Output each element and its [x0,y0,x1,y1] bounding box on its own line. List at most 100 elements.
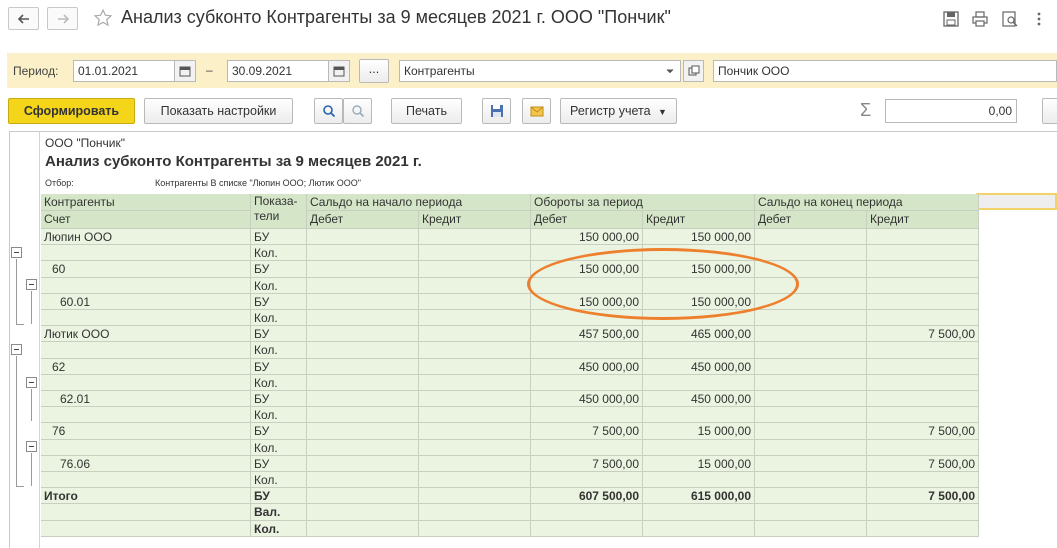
window-title: Анализ субконто Контрагенты за 9 месяцев… [121,7,671,27]
row-indicator: БУ [251,456,307,472]
search-clear-button[interactable] [343,98,372,124]
search-button[interactable] [314,98,343,124]
cell-od [307,342,419,359]
back-button[interactable] [8,7,39,30]
cell-cd [755,407,867,423]
preview-icon[interactable] [1001,10,1019,28]
cell-oc [419,278,531,294]
row-indicator: БУ [251,326,307,342]
cell-od [307,294,419,310]
more-icon[interactable] [1030,10,1048,28]
cell-td [531,440,643,456]
row-indicator: Кол. [251,310,307,326]
arrow-right-icon [58,14,70,24]
row-indicator: БУ [251,229,307,245]
collapse-toggle-icon[interactable] [26,441,37,452]
generate-button[interactable]: Сформировать [8,98,135,124]
show-settings-button[interactable]: Показать настройки [144,98,293,124]
cell-oc [419,359,531,375]
group-line [16,259,17,324]
cell-od [307,456,419,472]
cell-tc [643,342,755,359]
send-email-button[interactable] [522,98,551,124]
date-to-calendar-button[interactable] [328,60,350,82]
cell-cd [755,342,867,359]
cell-td [531,472,643,488]
open-window-icon [688,65,700,76]
cell-cd [755,391,867,407]
cell-od [307,310,419,326]
cell-od [307,261,419,278]
filter-label: Отбор: [45,178,74,188]
cell-td [531,504,643,521]
cell-tc [643,375,755,391]
cell-cd [755,229,867,245]
collapse-toggle-icon[interactable] [11,344,22,355]
forward-button[interactable] [47,7,78,30]
filter-value: Контрагенты В списке "Люпин ООО; Лютик О… [155,178,361,188]
floppy-icon [490,105,503,117]
subconto-type-select[interactable]: Контрагенты [399,60,681,82]
period-select-button[interactable]: ... [359,59,389,83]
subconto-type-value: Контрагенты [404,64,475,78]
cell-cc [867,440,979,456]
collapse-toggle-icon[interactable] [11,247,22,258]
cell-cc: 7 500,00 [867,326,979,342]
period-dash: – [206,63,213,77]
sum-field[interactable]: 0,00 [885,99,1017,123]
collapse-toggle-icon[interactable] [26,377,37,388]
date-from-calendar-button[interactable] [174,60,196,82]
favorite-star-icon[interactable] [93,7,113,29]
group-line [16,324,24,325]
cell-td: 7 500,00 [531,423,643,440]
print-button[interactable]: Печать [391,98,462,124]
row-name-empty [41,504,251,521]
cell-td: 607 500,00 [531,488,643,504]
sum-value: 0,00 [988,104,1012,118]
cell-cd [755,521,867,537]
cell-tc: 150 000,00 [643,229,755,245]
sum-icon: Σ [860,100,872,120]
date-to-value: 30.09.2021 [232,64,293,78]
selected-cell[interactable] [976,193,1057,210]
cell-oc [419,488,531,504]
cell-oc [419,504,531,521]
cell-cd [755,375,867,391]
cell-cc: 7 500,00 [867,423,979,440]
register-dropdown-button[interactable]: Регистр учета ▼ [560,98,677,124]
calendar-icon [333,66,345,77]
row-name-empty [41,310,251,326]
chevron-down-icon [666,69,674,74]
row-indicator: Кол. [251,245,307,261]
cell-cd [755,472,867,488]
header-credit: Кредит [419,211,531,229]
cell-od [307,229,419,245]
row-name-empty [41,375,251,391]
cell-tc: 450 000,00 [643,391,755,407]
row-name: 76 [41,423,251,440]
cell-tc: 450 000,00 [643,359,755,375]
save-report-button[interactable] [482,98,511,124]
row-indicator: БУ [251,294,307,310]
cell-td [531,342,643,359]
cell-cc [867,245,979,261]
more-actions-button[interactable] [1042,98,1057,124]
cell-tc [643,440,755,456]
organization-field[interactable]: Пончик ООО [713,60,1057,82]
row-indicator: БУ [251,261,307,278]
header-debit: Дебет [307,211,419,229]
collapse-toggle-icon[interactable] [26,279,37,290]
cell-od [307,326,419,342]
save-icon[interactable] [942,10,960,28]
cell-td: 7 500,00 [531,456,643,472]
subconto-open-button[interactable] [683,60,704,82]
organization-value: Пончик ООО [718,64,790,78]
period-label: Период: [13,64,59,78]
header-closing-balance: Сальдо на конец периода [755,194,979,211]
print-icon[interactable] [971,10,989,28]
cell-od [307,440,419,456]
cell-od [307,278,419,294]
subconto-type-dropdown[interactable] [660,60,681,82]
cell-oc [419,456,531,472]
cell-cd [755,504,867,521]
